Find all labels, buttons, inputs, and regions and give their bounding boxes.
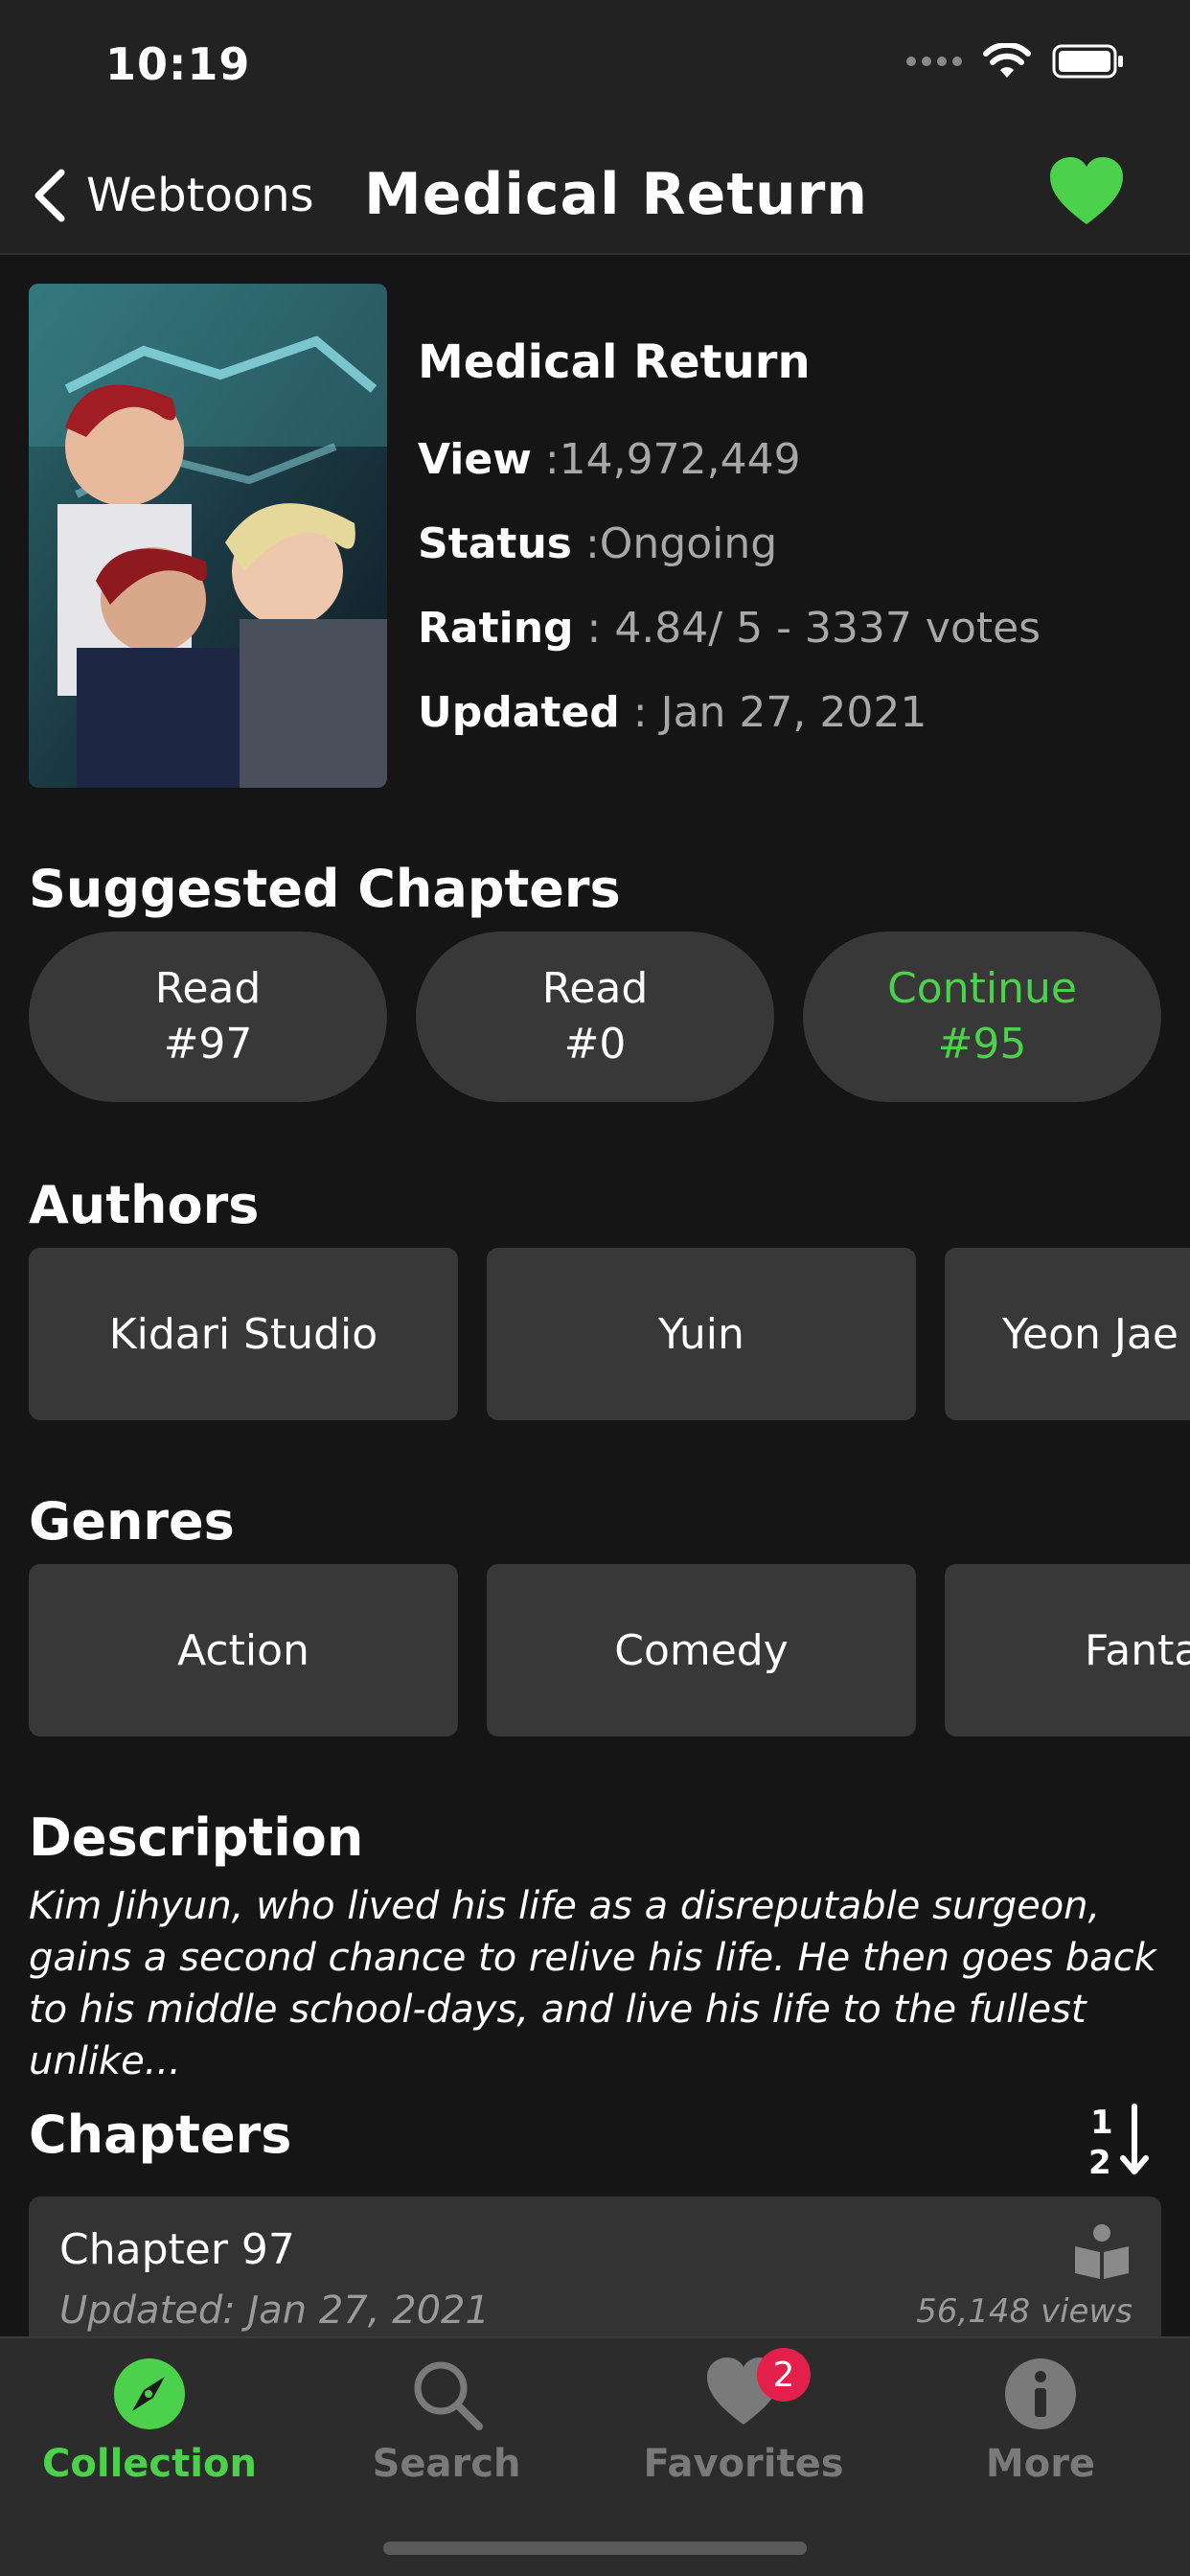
- info-row-status: Status :Ongoing: [418, 518, 1175, 602]
- chapter-title: Chapter 97: [59, 2225, 295, 2274]
- cover-image: [29, 284, 387, 788]
- updated-value: : Jan 27, 2021: [619, 688, 927, 737]
- wifi-icon: [983, 43, 1031, 78]
- genre-chip[interactable]: Action: [29, 1564, 458, 1736]
- tab-bar: Collection Search 2 Favorites More: [0, 2336, 1190, 2576]
- views-label: View: [418, 435, 532, 484]
- search-icon: [408, 2356, 485, 2432]
- rating-label: Rating: [418, 604, 574, 653]
- authors-heading: Authors: [29, 1175, 260, 1235]
- tab-more[interactable]: More: [916, 2356, 1165, 2509]
- chapter-views: 56,148 views: [916, 2292, 1133, 2331]
- screen: 10:19 Webtoons Medical Return Medical Re…: [0, 0, 1190, 2576]
- back-button[interactable]: Webtoons: [31, 157, 314, 234]
- info-row-rating: Rating : 4.84/ 5 - 3337 votes: [418, 602, 1175, 686]
- home-indicator: [383, 2542, 807, 2555]
- reader-icon: [1075, 2224, 1129, 2279]
- author-chip[interactable]: Kidari Studio: [29, 1248, 458, 1420]
- cellular-signal-icon: [906, 57, 962, 66]
- read-latest-button[interactable]: Read #97: [29, 932, 387, 1102]
- pill-line2: #0: [563, 1020, 627, 1069]
- tab-label: Collection: [42, 2442, 257, 2486]
- favorite-heart-icon[interactable]: [1048, 155, 1125, 232]
- tab-collection[interactable]: Collection: [25, 2356, 274, 2509]
- battery-icon: [1052, 44, 1123, 79]
- sort-numeric-icon: 1 2: [1088, 2104, 1149, 2182]
- sort-digit-2: 2: [1088, 2144, 1111, 2177]
- chapter-updated: Updated: Jan 27, 2021: [59, 2288, 490, 2333]
- chevron-left-icon: [34, 169, 65, 222]
- author-chip[interactable]: Yeon Jae: [945, 1248, 1190, 1420]
- status-icons: [906, 42, 1125, 80]
- tab-label: Favorites: [643, 2442, 844, 2486]
- continue-reading-button[interactable]: Continue #95: [803, 932, 1161, 1102]
- info-row-views: View :14,972,449: [418, 433, 1175, 518]
- sort-digit-1: 1: [1090, 2104, 1113, 2142]
- genres-heading: Genres: [29, 1491, 235, 1552]
- back-button-label: Webtoons: [86, 169, 314, 222]
- cover-art: [29, 284, 387, 788]
- chapters-heading: Chapters: [29, 2104, 292, 2165]
- nav-bar: Webtoons Medical Return: [0, 134, 1190, 255]
- tab-label: More: [985, 2442, 1096, 2486]
- info-icon: [1002, 2356, 1079, 2432]
- chapter-row[interactable]: Chapter 97 Updated: Jan 27, 2021 56,148 …: [29, 2196, 1161, 2340]
- read-first-button[interactable]: Read #0: [416, 932, 774, 1102]
- suggested-chapters-heading: Suggested Chapters: [29, 859, 621, 919]
- tab-search[interactable]: Search: [322, 2356, 571, 2509]
- page-title: Medical Return: [364, 161, 869, 228]
- pill-line2: #95: [937, 1020, 1027, 1069]
- genre-chip[interactable]: Comedy: [487, 1564, 916, 1736]
- status-label: Status: [418, 519, 572, 568]
- views-value: :14,972,449: [531, 435, 801, 484]
- author-chip[interactable]: Yuin: [487, 1248, 916, 1420]
- pill-line1: Continue: [887, 964, 1077, 1013]
- tab-favorites[interactable]: 2 Favorites: [619, 2348, 868, 2509]
- rating-value: : 4.84/ 5 - 3337 votes: [573, 604, 1041, 653]
- pill-line1: Read: [154, 964, 262, 1013]
- tab-label: Search: [372, 2442, 521, 2486]
- status-bar: 10:19: [0, 0, 1190, 134]
- genre-chip[interactable]: Fanta: [945, 1564, 1190, 1736]
- status-value: :Ongoing: [571, 519, 778, 568]
- info-row-updated: Updated : Jan 27, 2021: [418, 686, 1175, 770]
- favorites-badge: 2: [757, 2348, 811, 2402]
- webtoon-title: Medical Return: [418, 335, 811, 389]
- pill-line2: #97: [163, 1020, 253, 1069]
- webtoon-info: Medical Return View :14,972,449 Status :…: [418, 335, 1175, 770]
- heart-icon: 2: [705, 2348, 811, 2432]
- sort-order-button[interactable]: 1 2: [1081, 2101, 1157, 2182]
- compass-icon: [111, 2356, 188, 2432]
- description-text[interactable]: Kim Jihyun, who lived his life as a disr…: [29, 1880, 1169, 2087]
- updated-label: Updated: [418, 688, 620, 737]
- status-time: 10:19: [105, 38, 251, 90]
- pill-line1: Read: [541, 964, 649, 1013]
- description-heading: Description: [29, 1807, 364, 1868]
